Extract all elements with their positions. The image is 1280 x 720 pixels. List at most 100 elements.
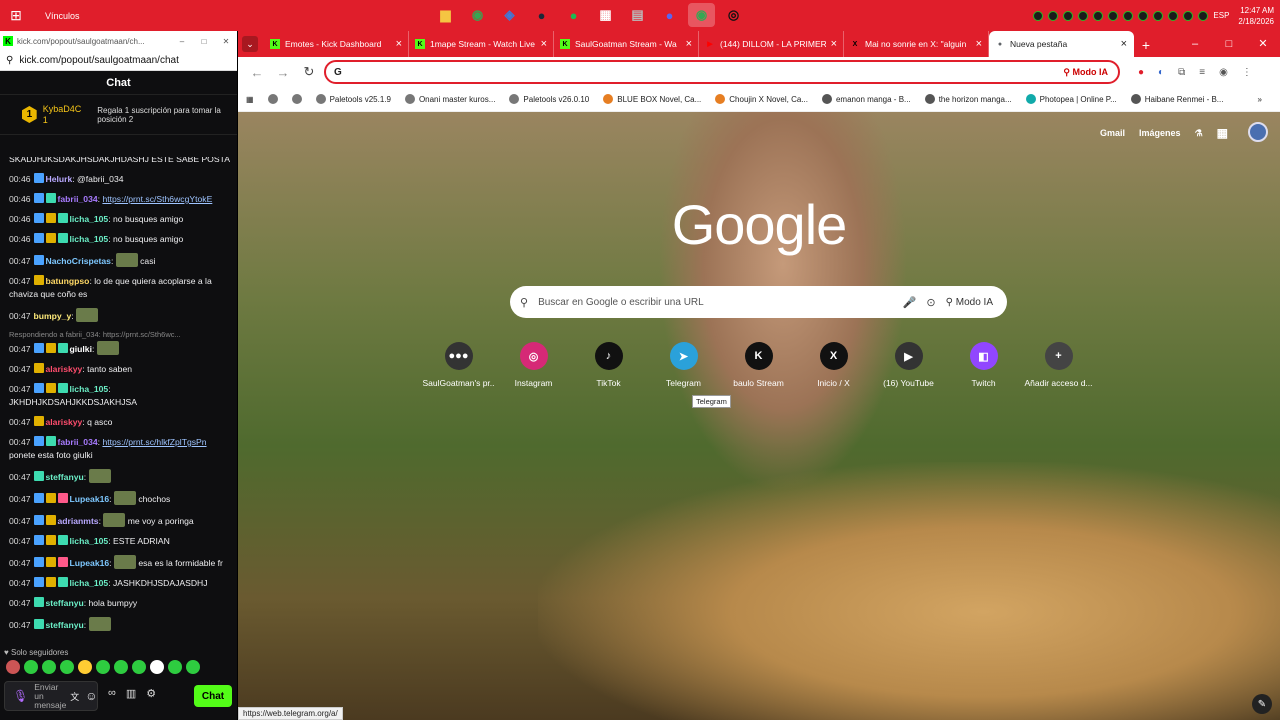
profile-icon[interactable]: ◉ bbox=[1219, 67, 1228, 78]
tab-close-icon[interactable]: × bbox=[831, 38, 837, 50]
extension-icon[interactable]: ◐ bbox=[1158, 67, 1164, 78]
browser-tab[interactable]: K 1mape Stream - Watch Live × bbox=[409, 31, 554, 57]
tab-close-icon[interactable]: × bbox=[396, 38, 402, 50]
emote-picker-icon[interactable]: ∞ bbox=[108, 687, 116, 700]
tab-close-icon[interactable]: × bbox=[686, 38, 692, 50]
bookmark-item[interactable]: BLUE BOX Novel, Ca... bbox=[603, 94, 701, 104]
tray-icon[interactable] bbox=[1033, 10, 1044, 21]
chrome-active-icon[interactable]: ◉ bbox=[688, 3, 715, 27]
new-tab-button[interactable]: + bbox=[1134, 37, 1158, 53]
chat-username[interactable]: batungpso bbox=[46, 276, 90, 286]
tray-icon[interactable] bbox=[1138, 10, 1149, 21]
shortcut-tile[interactable]: ♪ TikTok bbox=[571, 342, 646, 388]
calendar-icon[interactable]: ▦ bbox=[592, 3, 619, 27]
maximize-button[interactable]: □ bbox=[193, 37, 215, 46]
emote-icon[interactable] bbox=[60, 660, 74, 674]
microphone-icon[interactable]: 🎙 bbox=[13, 689, 28, 703]
popout-url-bar[interactable]: ⚲ kick.com/popout/saulgoatmaan/chat bbox=[0, 51, 237, 71]
app-icon[interactable]: ▤ bbox=[624, 3, 651, 27]
tab-close-icon[interactable]: × bbox=[541, 38, 547, 50]
store-icon[interactable]: ◈ bbox=[496, 3, 523, 27]
leaderboard-user[interactable]: KybaD4C bbox=[43, 104, 82, 115]
browser-tab[interactable]: K Emotes - Kick Dashboard × bbox=[264, 31, 409, 57]
tray-icon[interactable] bbox=[1198, 10, 1209, 21]
chat-username[interactable]: fabrii_034 bbox=[58, 437, 98, 447]
chrome-icon[interactable]: ◉ bbox=[464, 3, 491, 27]
message-link[interactable]: https://prnt.sc/Sth6wcgYtokE bbox=[102, 194, 212, 204]
bookmark-icon[interactable] bbox=[267, 94, 278, 104]
google-apps-icon[interactable]: ▦ bbox=[1217, 126, 1228, 140]
tab-close-icon[interactable]: × bbox=[1121, 38, 1127, 50]
tray-icon[interactable] bbox=[1063, 10, 1074, 21]
chat-username[interactable]: licha_105 bbox=[70, 234, 109, 244]
chat-messages[interactable]: SKADJHJKSDAKJHSDAKJHDASHJ ESTE SABE POST… bbox=[0, 157, 237, 641]
shortcut-tile[interactable]: ➤ Telegram bbox=[646, 342, 721, 388]
chat-username[interactable]: fabrii_034 bbox=[58, 194, 98, 204]
tray-icon[interactable] bbox=[1093, 10, 1104, 21]
emote-icon[interactable] bbox=[132, 660, 146, 674]
windows-start-icon[interactable]: ⊞ bbox=[0, 0, 32, 31]
chat-username[interactable]: NachoCrispetas bbox=[46, 256, 111, 266]
reload-icon[interactable]: ↻ bbox=[298, 64, 320, 80]
ai-mode-button[interactable]: ⚲ Modo IA bbox=[1063, 67, 1108, 78]
close-button[interactable]: ✕ bbox=[215, 37, 237, 46]
chat-username[interactable]: alariskyy bbox=[46, 417, 83, 427]
minimize-button[interactable]: – bbox=[171, 37, 193, 46]
tray-icon[interactable] bbox=[1183, 10, 1194, 21]
bookmark-item[interactable]: Paletools v25.1.9 bbox=[315, 94, 391, 104]
bookmark-item[interactable]: Choujin X Novel, Ca... bbox=[715, 94, 808, 104]
omnibox[interactable]: G ⚲ Modo IA bbox=[324, 60, 1120, 84]
obs-icon[interactable]: ◎ bbox=[720, 3, 747, 27]
emote-icon[interactable] bbox=[114, 660, 128, 674]
tray-icon[interactable] bbox=[1153, 10, 1164, 21]
send-chat-button[interactable]: Chat bbox=[194, 685, 232, 707]
shortcut-tile[interactable]: X Inicio / X bbox=[796, 342, 871, 388]
reply-context[interactable]: Respondiendo a fabrii_034: https://prnt.… bbox=[9, 330, 231, 339]
lens-icon[interactable]: ⊙ bbox=[926, 296, 935, 309]
browser-tab[interactable]: ● Nueva pestaña × bbox=[989, 31, 1134, 57]
tab-close-icon[interactable]: × bbox=[976, 38, 982, 50]
tray-icon[interactable] bbox=[1048, 10, 1059, 21]
chat-username[interactable]: licha_105 bbox=[70, 536, 109, 546]
media-control-icon[interactable]: ≡ bbox=[1199, 67, 1205, 78]
chat-username[interactable]: licha_105 bbox=[70, 578, 109, 588]
emoji-icon[interactable]: ☺ bbox=[85, 689, 97, 703]
bookmark-item[interactable]: Haibane Renmei - B... bbox=[1130, 94, 1223, 104]
chat-username[interactable]: steffanyu bbox=[46, 620, 84, 630]
bookmark-item[interactable]: the horizon manga... bbox=[924, 94, 1012, 104]
chat-username[interactable]: steffanyu bbox=[46, 472, 84, 482]
minimize-button[interactable]: – bbox=[1178, 31, 1212, 57]
tray-icon[interactable] bbox=[1123, 10, 1134, 21]
close-button[interactable]: ✕ bbox=[1246, 31, 1280, 57]
emote-icon[interactable] bbox=[150, 660, 164, 674]
emote-icon[interactable] bbox=[24, 660, 38, 674]
translate-icon[interactable]: 文 bbox=[70, 690, 79, 703]
chat-username[interactable]: licha_105 bbox=[70, 384, 109, 394]
ntp-search-box[interactable]: ⚲ Buscar en Google o escribir una URL 🎤 … bbox=[510, 286, 1007, 318]
tray-icon[interactable] bbox=[1108, 10, 1119, 21]
chat-username[interactable]: Lupeak16 bbox=[70, 494, 110, 504]
emote-icon[interactable] bbox=[168, 660, 182, 674]
bookmark-item[interactable]: Onani master kuros... bbox=[404, 94, 495, 104]
shortcut-tile[interactable]: ◎ Instagram bbox=[496, 342, 571, 388]
forward-icon[interactable]: → bbox=[272, 65, 294, 80]
menu-icon[interactable]: ⋮ bbox=[1242, 67, 1252, 78]
images-link[interactable]: Imágenes bbox=[1139, 128, 1181, 138]
emote-icon[interactable] bbox=[78, 660, 92, 674]
chat-username[interactable]: steffanyu bbox=[46, 598, 84, 608]
store-icon[interactable]: ▥ bbox=[126, 687, 136, 700]
apps-grid-icon[interactable]: ▦ bbox=[246, 95, 254, 104]
folder-icon[interactable]: ▆ bbox=[432, 3, 459, 27]
chat-username[interactable]: giulki bbox=[70, 344, 92, 354]
chat-message-input[interactable]: 🎙 Enviar un mensaje 文 ☺ bbox=[4, 681, 98, 711]
tab-search-icon[interactable]: ⌄ bbox=[242, 36, 258, 52]
shortcut-tile[interactable]: + Añadir acceso d... bbox=[1021, 342, 1096, 388]
shortcut-tile[interactable]: ◧ Twitch bbox=[946, 342, 1021, 388]
puzzle-icon[interactable]: ⧉ bbox=[1178, 67, 1185, 78]
spotify-icon[interactable]: ● bbox=[560, 3, 587, 27]
shortcut-tile[interactable]: ●●● SaulGoatman's pr... bbox=[421, 342, 496, 388]
language-indicator[interactable]: ESP bbox=[1213, 11, 1229, 20]
chat-username[interactable]: Helurk bbox=[46, 174, 73, 184]
emote-icon[interactable] bbox=[96, 660, 110, 674]
bookmark-item[interactable]: Photopea | Online P... bbox=[1025, 94, 1117, 104]
